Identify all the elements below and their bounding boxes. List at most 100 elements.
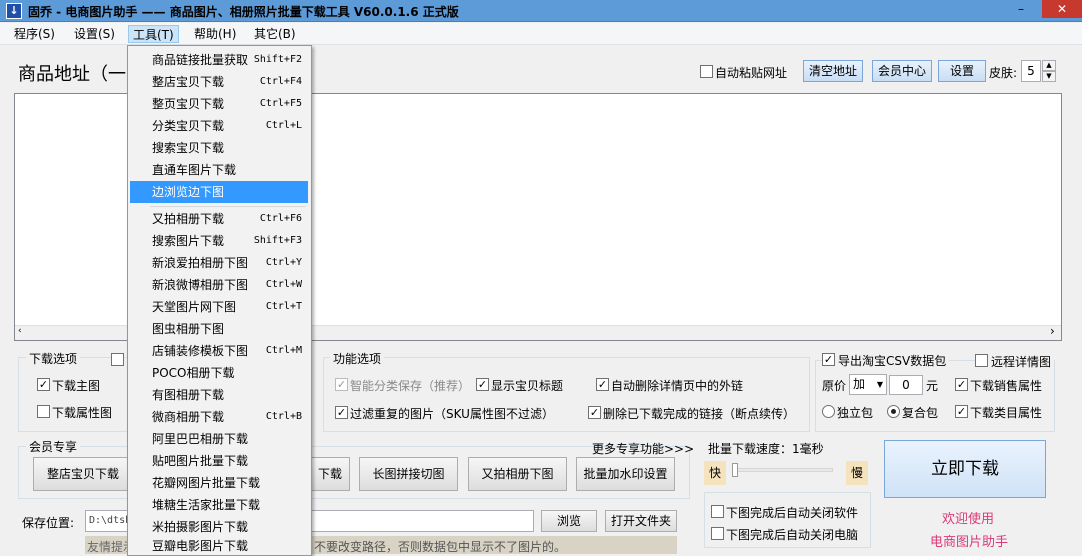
- dropdown-item-page-download[interactable]: 整页宝贝下载 Ctrl+F5: [130, 93, 308, 115]
- member-title: 会员专享: [26, 438, 81, 455]
- composite-label: 复合包: [902, 406, 939, 420]
- more-features-link[interactable]: 更多专享功能>>>: [592, 440, 694, 457]
- shop-download-button[interactable]: 整店宝贝下载: [33, 457, 133, 491]
- scroll-right-icon[interactable]: ›: [1050, 324, 1055, 338]
- sales-attr-checkbox[interactable]: ✓: [955, 378, 968, 391]
- export-csv-checkbox[interactable]: ✓: [822, 353, 835, 366]
- settings-button[interactable]: 设置: [938, 60, 986, 82]
- dropdown-item-tieba[interactable]: 贴吧图片批量下载: [130, 450, 308, 472]
- delete-done-label: 删除已下载完成的链接（断点续传）: [603, 407, 796, 421]
- browse-button[interactable]: 浏览: [541, 510, 597, 532]
- show-title-checkbox[interactable]: ✓: [476, 378, 489, 391]
- dropdown-item-search-images[interactable]: 搜索图片下载 Shift+F3: [130, 230, 308, 252]
- close-button[interactable]: ✕: [1042, 0, 1082, 18]
- composite-radio[interactable]: [887, 405, 900, 418]
- auto-delete-links-label: 自动删除详情页中的外链: [611, 379, 744, 393]
- main-image-label: 下载主图: [52, 379, 101, 393]
- menu-tools[interactable]: 工具(T): [128, 25, 179, 43]
- dropdown-item-shop-template[interactable]: 店铺装修模板下图 Ctrl+M: [130, 340, 308, 362]
- spin-down-icon[interactable]: ▼: [1042, 71, 1056, 82]
- price-label: 原价: [822, 379, 847, 393]
- export-csv-label: 导出淘宝CSV数据包: [835, 352, 950, 369]
- menu-program[interactable]: 程序(S): [10, 25, 59, 43]
- download-options-title: 下载选项: [26, 350, 81, 367]
- dropdown-item-youpai[interactable]: 又拍相册下载 Ctrl+F6: [130, 208, 308, 230]
- address-label: 商品地址（一: [18, 64, 126, 85]
- auto-shutdown-checkbox[interactable]: [711, 527, 724, 540]
- category-attr-checkbox[interactable]: ✓: [955, 405, 968, 418]
- dropdown-item-mipai[interactable]: 米拍摄影图片下载: [130, 516, 308, 538]
- auto-delete-links-checkbox[interactable]: ✓: [596, 378, 609, 391]
- dropdown-item-category-download[interactable]: 分类宝贝下载 Ctrl+L: [130, 115, 308, 137]
- filter-duplicate-checkbox[interactable]: ✓: [335, 406, 348, 419]
- dropdown-item-weishang[interactable]: 微商相册下载 Ctrl+B: [130, 406, 308, 428]
- app-icon: ↓: [6, 3, 22, 19]
- dropdown-item-tuchong[interactable]: 图虫相册下图: [130, 318, 308, 340]
- batch-speed-label: 批量下载速度：1毫秒: [708, 442, 824, 456]
- auto-paste-checkbox[interactable]: [700, 65, 713, 78]
- tools-dropdown-menu: 商品链接批量获取 Shift+F2 整店宝贝下载 Ctrl+F4 整页宝贝下载 Ctr…: [127, 45, 312, 556]
- auto-shutdown-label: 下图完成后自动关闭电脑: [726, 528, 859, 542]
- filter-duplicate-label: 过滤重复的图片（SKU属性图不过滤）: [350, 407, 554, 421]
- dropdown-item-search-download[interactable]: 搜索宝贝下载: [130, 137, 308, 159]
- smart-save-checkbox[interactable]: ✓: [335, 378, 348, 391]
- download-options-extra-checkbox[interactable]: [111, 353, 124, 366]
- show-title-label: 显示宝贝标题: [491, 379, 564, 393]
- menu-help[interactable]: 帮助(H): [190, 25, 240, 43]
- dropdown-separator: [150, 206, 306, 207]
- skin-label: 皮肤:: [989, 66, 1018, 80]
- csv-group: [815, 360, 1055, 432]
- download-button[interactable]: 下载: [310, 457, 350, 491]
- price-unit-label: 元: [926, 379, 939, 393]
- dropdown-item-huaban[interactable]: 花瓣网图片批量下载: [130, 472, 308, 494]
- attr-image-label: 下载属性图: [52, 406, 113, 420]
- save-location-label: 保存位置:: [22, 516, 75, 530]
- menu-bar: 程序(S) 设置(S) 工具(T) 帮助(H) 其它(B): [0, 23, 1082, 45]
- category-attr-label: 下载类目属性: [970, 406, 1043, 420]
- price-op-select[interactable]: 加 ▼: [849, 374, 887, 395]
- dropdown-item-ztc-download[interactable]: 直通车图片下载: [130, 159, 308, 181]
- dropdown-item-douban[interactable]: 豆瓣电影图片下载: [130, 538, 308, 555]
- member-center-button[interactable]: 会员中心: [872, 60, 932, 82]
- youpai-album-button[interactable]: 又拍相册下图: [468, 457, 567, 491]
- auto-paste-label: 自动粘贴网址: [715, 66, 788, 80]
- remote-detail-checkbox[interactable]: [975, 354, 988, 367]
- standalone-radio[interactable]: [822, 405, 835, 418]
- open-folder-button[interactable]: 打开文件夹: [605, 510, 677, 532]
- tip-text-right: 不要改变路径，否则数据包中显示不了图片的。: [314, 540, 567, 554]
- delete-done-checkbox[interactable]: ✓: [588, 406, 601, 419]
- menu-settings[interactable]: 设置(S): [70, 25, 119, 43]
- speed-slider[interactable]: [733, 468, 833, 472]
- dropdown-item-sina-weibo[interactable]: 新浪微博相册下图 Ctrl+W: [130, 274, 308, 296]
- title-bar: ↓ 固乔 - 电商图片助手 —— 商品图片、相册照片批量下载工具 V60.0.1…: [0, 0, 1082, 22]
- remote-detail-label: 远程详情图: [988, 353, 1055, 370]
- function-options-title: 功能选项: [330, 350, 385, 367]
- price-amount-input[interactable]: 0: [889, 375, 923, 395]
- dropdown-item-shop-download[interactable]: 整店宝贝下载 Ctrl+F4: [130, 71, 308, 93]
- spin-up-icon[interactable]: ▲: [1042, 60, 1056, 71]
- menu-other[interactable]: 其它(B): [250, 25, 300, 43]
- auto-close-app-checkbox[interactable]: [711, 505, 724, 518]
- start-download-button[interactable]: 立即下载: [884, 440, 1046, 498]
- watermark-button[interactable]: 批量加水印设置: [576, 457, 675, 491]
- price-op-value: 加: [853, 377, 866, 391]
- dropdown-item-product-links[interactable]: 商品链接批量获取 Shift+F2: [130, 49, 308, 71]
- dropdown-item-sina-aipai[interactable]: 新浪爱拍相册下图 Ctrl+Y: [130, 252, 308, 274]
- slow-label: 慢: [846, 461, 868, 485]
- dropdown-item-browse-download[interactable]: 边浏览边下图: [130, 181, 308, 203]
- dropdown-item-duitang[interactable]: 堆糖生活家批量下载: [130, 494, 308, 516]
- attr-image-checkbox[interactable]: [37, 405, 50, 418]
- scroll-left-icon[interactable]: ‹: [18, 326, 22, 336]
- clear-address-button[interactable]: 清空地址: [803, 60, 863, 82]
- speed-slider-thumb[interactable]: [732, 463, 738, 477]
- dropdown-item-poco[interactable]: POCO相册下载: [130, 362, 308, 384]
- main-image-checkbox[interactable]: ✓: [37, 378, 50, 391]
- skin-input[interactable]: 5: [1021, 60, 1041, 82]
- minimize-button[interactable]: –: [1008, 0, 1034, 18]
- dropdown-item-ivsky[interactable]: 天堂图片网下图 Ctrl+T: [130, 296, 308, 318]
- smart-save-label: 智能分类保存（推荐）: [350, 379, 471, 393]
- long-image-button[interactable]: 长图拼接切图: [359, 457, 458, 491]
- dropdown-item-youtu[interactable]: 有图相册下载: [130, 384, 308, 406]
- dropdown-item-alibaba[interactable]: 阿里巴巴相册下载: [130, 428, 308, 450]
- welcome-line1: 欢迎使用: [942, 512, 995, 527]
